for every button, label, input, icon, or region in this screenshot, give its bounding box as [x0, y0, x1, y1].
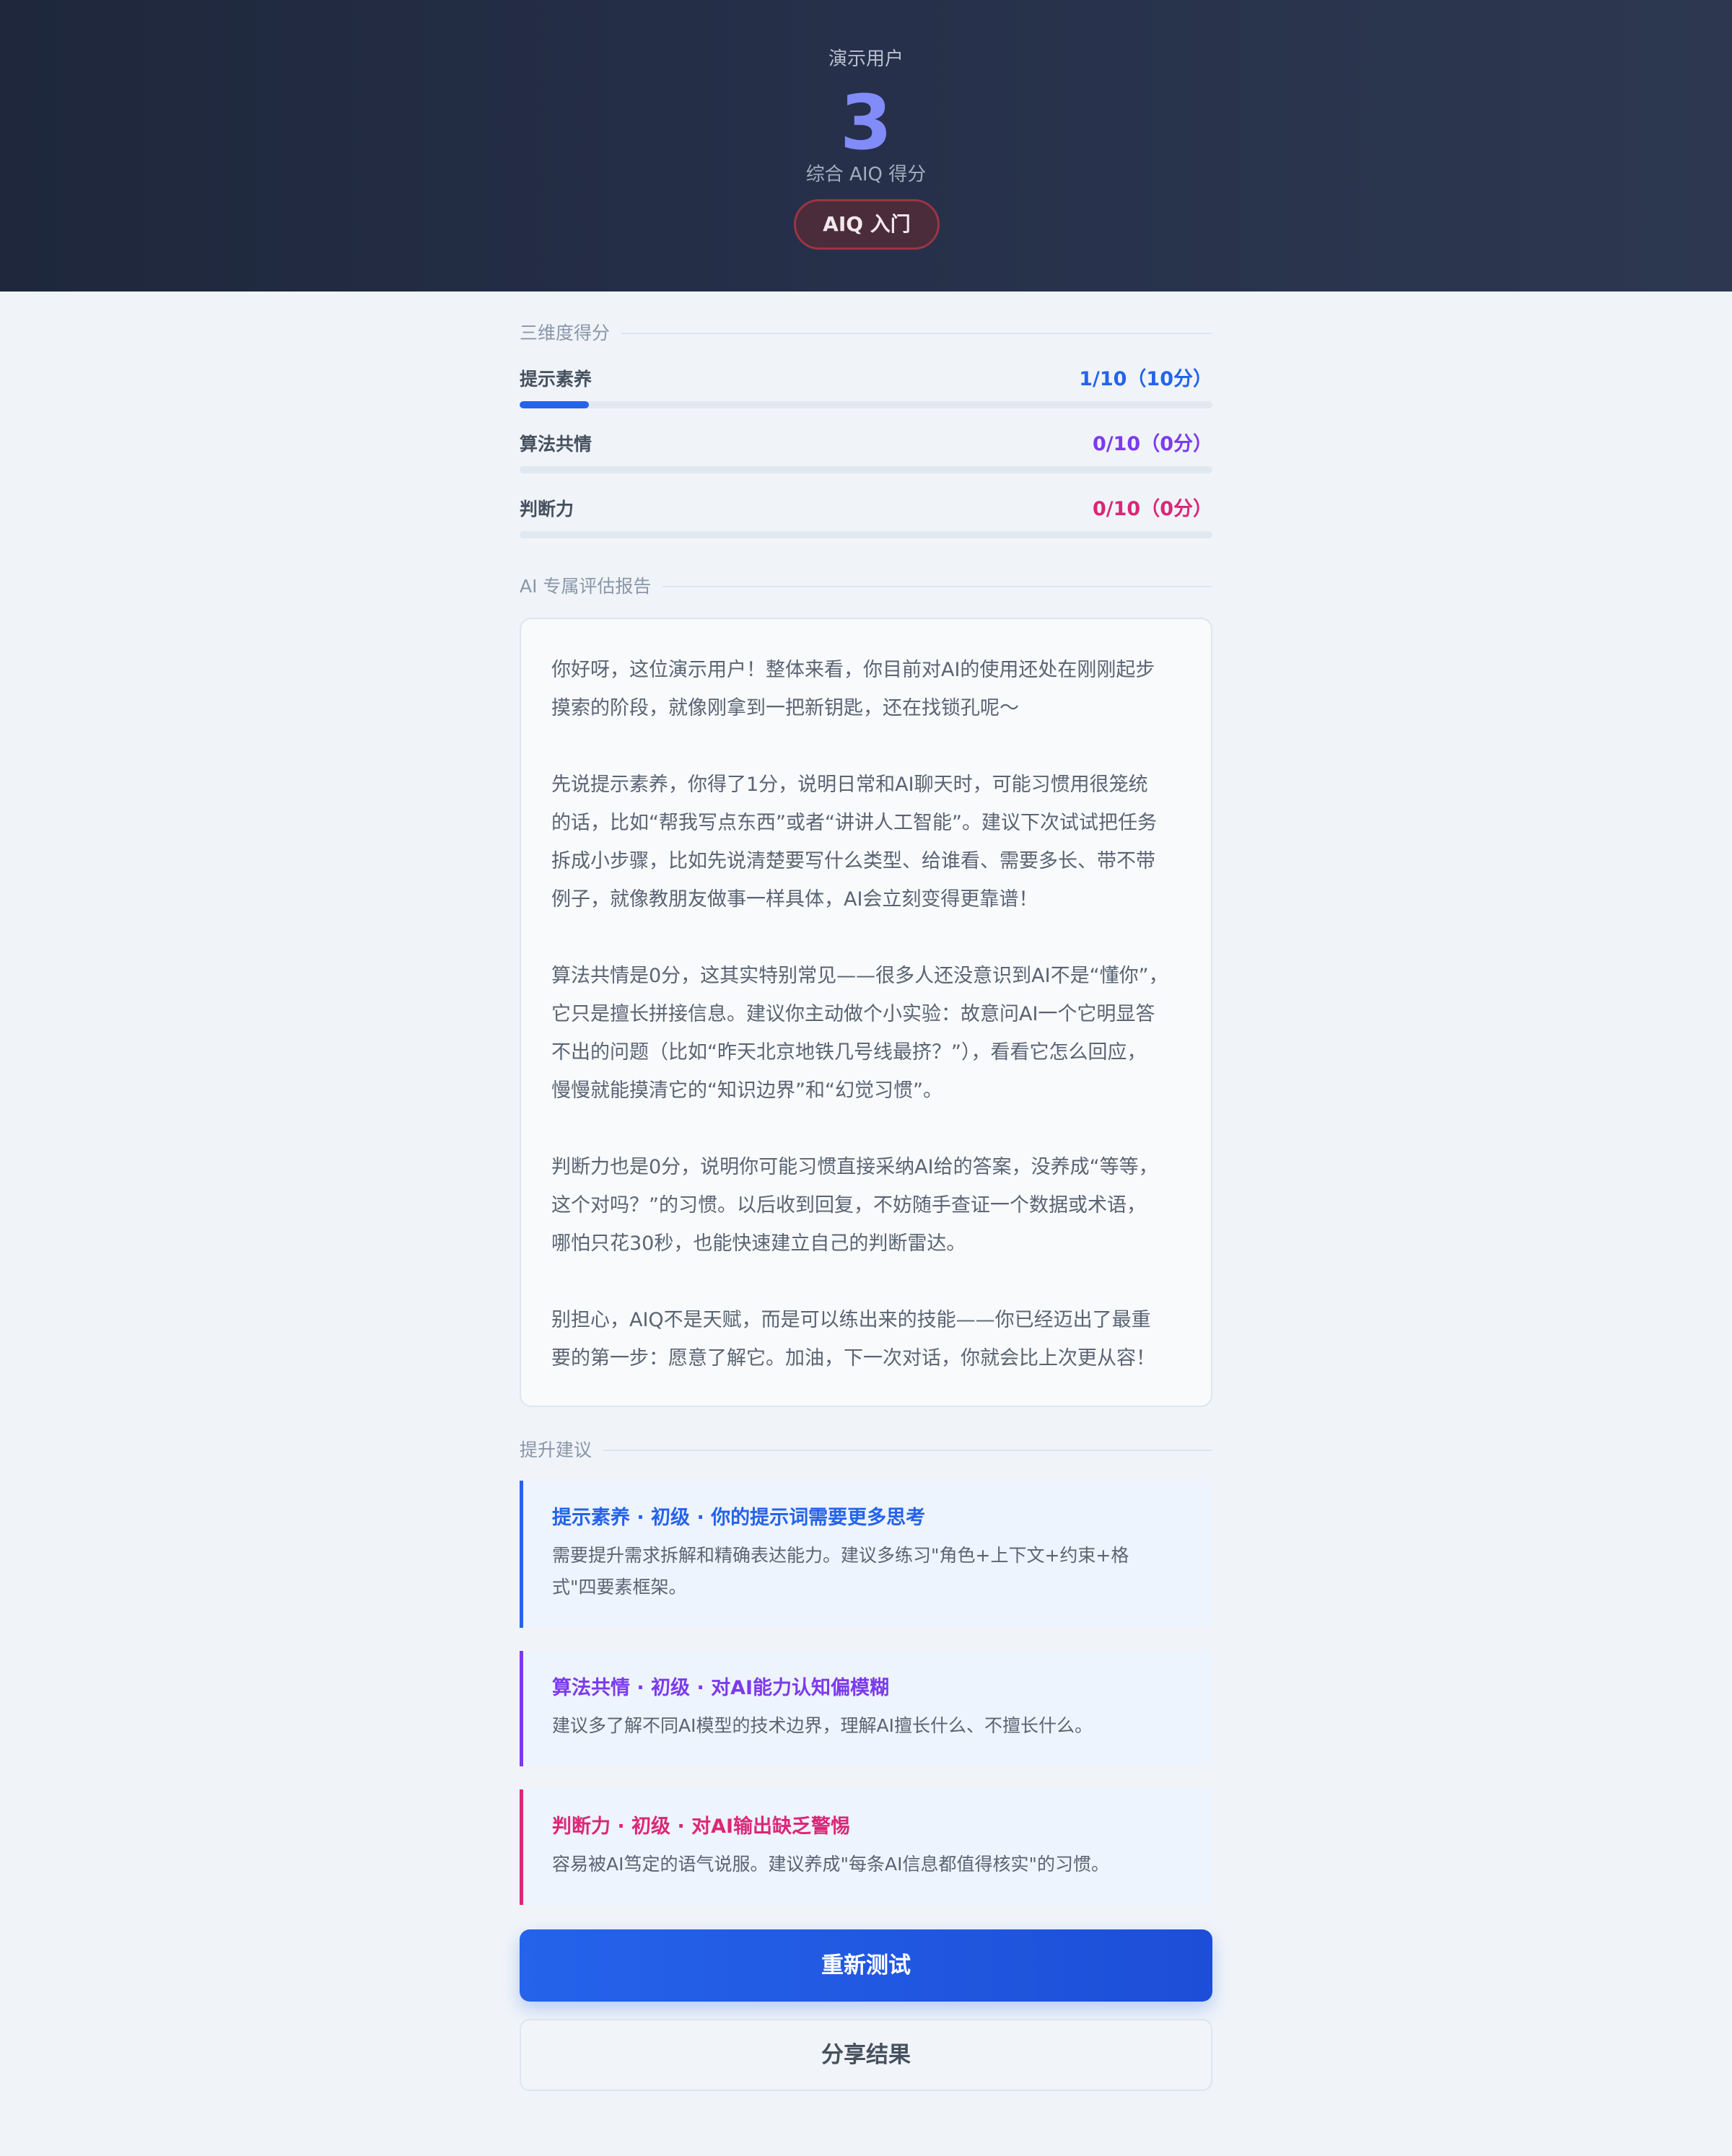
suggestions-section-title: 提升建议	[520, 1437, 1212, 1463]
report-line: 判断力也是0分，说明你可能习惯直接采纳AI给的答案，没养成“等等，	[551, 1156, 1158, 1178]
report-line: 这个对吗？”的习惯。以后收到回复，不妨随手查证一个数据或术语，	[551, 1194, 1146, 1217]
report-line: 先说提示素养，你得了1分，说明日常和AI聊天时，可能习惯用很笼统	[551, 774, 1148, 796]
report-line: 要的第一步：愿意了解它。加油，下一次对话，你就会比上次更从容！	[551, 1347, 1155, 1370]
dimension-value-algorithm-empathy: 0/10（0分）	[1092, 433, 1212, 455]
dimension-value-judgment: 0/10（0分）	[1092, 498, 1212, 520]
result-hero: 演示用户 3 综合 AIQ 得分 AIQ 入门	[0, 0, 1732, 292]
report-line: 哪怕只花30秒，也能快速建立自己的判断雷达。	[551, 1232, 966, 1255]
dimension-value-prompt-literacy: 1/10（10分）	[1079, 368, 1212, 390]
suggestion-card-prompt-literacy: 提示素养 · 初级 · 你的提示词需要更多思考 需要提升需求拆解和精确表达能力。…	[520, 1481, 1212, 1628]
ai-report-card: 你好呀，这位演示用户！整体来看，你目前对AI的使用还处在刚刚起步 摸索的阶段，就像…	[520, 618, 1212, 1407]
suggestion-body: 建议多了解不同AI模型的技术边界，理解AI擅长什么、不擅长什么。	[552, 1710, 1184, 1742]
dimension-progress-track	[520, 531, 1212, 538]
share-result-button[interactable]: 分享结果	[520, 2019, 1212, 2091]
suggestion-body-line: 建议多了解不同AI模型的技术边界，理解AI擅长什么、不擅长什么。	[552, 1715, 1093, 1736]
suggestion-body-line: 容易被AI笃定的语气说服。建议养成"每条AI信息都值得核实"的习惯。	[552, 1854, 1109, 1875]
overall-score: 3	[839, 79, 893, 167]
report-paragraph: 别担心，AIQ不是天赋，而是可以练出来的技能——你已经迈出了最重 要的第一步：愿意…	[551, 1301, 1182, 1377]
section-divider	[603, 1450, 1212, 1451]
section-divider	[662, 586, 1212, 587]
dimension-name-judgment: 判断力	[520, 499, 574, 520]
dimension-progress-track	[520, 401, 1212, 408]
suggestion-body: 容易被AI笃定的语气说服。建议养成"每条AI信息都值得核实"的习惯。	[552, 1849, 1184, 1880]
report-section-title: AI 专属评估报告	[520, 574, 1212, 600]
report-paragraph: 先说提示素养，你得了1分，说明日常和AI聊天时，可能习惯用很笼统 的话，比如“帮我…	[551, 766, 1182, 919]
suggestion-title: 算法共情 · 初级 · 对AI能力认知偏模糊	[552, 1677, 890, 1699]
report-line: 你好呀，这位演示用户！整体来看，你目前对AI的使用还处在刚刚起步	[551, 659, 1155, 681]
suggestion-card-judgment: 判断力 · 初级 · 对AI输出缺乏警惕 容易被AI笃定的语气说服。建议养成"每…	[520, 1789, 1212, 1905]
retest-button[interactable]: 重新测试	[520, 1929, 1212, 2002]
report-paragraph: 你好呀，这位演示用户！整体来看，你目前对AI的使用还处在刚刚起步 摸索的阶段，就像…	[551, 651, 1182, 727]
suggestion-body-line: 式"四要素框架。	[552, 1577, 687, 1598]
report-line: 它只是擅长拼接信息。建议你主动做个小实验：故意问AI一个它明显答	[551, 1003, 1155, 1025]
report-line: 的话，比如“帮我写点东西”或者“讲讲人工智能”。建议下次试试把任务	[551, 812, 1157, 834]
dimension-name-prompt-literacy: 提示素养	[520, 369, 592, 390]
report-line: 拆成小步骤，比如先说清楚要写什么类型、给谁看、需要多长、带不带	[551, 850, 1155, 872]
suggestion-card-algorithm-empathy: 算法共情 · 初级 · 对AI能力认知偏模糊 建议多了解不同AI模型的技术边界，…	[520, 1651, 1212, 1766]
suggestion-body: 需要提升需求拆解和精确表达能力。建议多练习"角色+上下文+约束+格 式"四要素框架…	[552, 1540, 1184, 1603]
report-line: 例子，就像教朋友做事一样具体，AI会立刻变得更靠谱！	[551, 888, 1038, 911]
report-line: 别担心，AIQ不是天赋，而是可以练出来的技能——你已经迈出了最重	[551, 1309, 1151, 1331]
report-line: 算法共情是0分，这其实特别常见——很多人还没意识到AI不是“懂你”，	[551, 965, 1168, 987]
suggestion-title: 判断力 · 初级 · 对AI输出缺乏警惕	[552, 1815, 851, 1838]
report-title-text: AI 专属评估报告	[520, 576, 652, 597]
dimension-progress-fill-prompt-literacy	[520, 401, 589, 408]
report-paragraph: 判断力也是0分，说明你可能习惯直接采纳AI给的答案，没养成“等等， 这个对吗？”的…	[551, 1148, 1182, 1263]
score-label: 综合 AIQ 得分	[805, 164, 927, 185]
report-paragraph: 算法共情是0分，这其实特别常见——很多人还没意识到AI不是“懂你”， 它只是擅长拼…	[551, 957, 1182, 1110]
dimension-name-algorithm-empathy: 算法共情	[520, 434, 592, 455]
suggestion-body-line: 需要提升需求拆解和精确表达能力。建议多练习"角色+上下文+约束+格	[552, 1545, 1129, 1566]
report-line: 摸索的阶段，就像刚拿到一把新钥匙，还在找锁孔呢～	[551, 697, 1019, 719]
user-name: 演示用户	[828, 48, 904, 70]
dimensions-title-text: 三维度得分	[520, 323, 611, 343]
dimensions-section-title: 三维度得分	[520, 320, 1212, 346]
dimension-progress-track	[520, 466, 1212, 473]
level-badge: AIQ 入门	[794, 199, 940, 250]
suggestion-title: 提示素养 · 初级 · 你的提示词需要更多思考	[552, 1507, 926, 1529]
report-line: 不出的问题（比如“昨天北京地铁几号线最挤？”），看看它怎么回应，	[551, 1041, 1147, 1064]
section-divider	[621, 333, 1212, 334]
suggestions-title-text: 提升建议	[520, 1439, 592, 1460]
report-line: 慢慢就能摸清它的“知识边界”和“幻觉习惯”。	[551, 1079, 942, 1102]
